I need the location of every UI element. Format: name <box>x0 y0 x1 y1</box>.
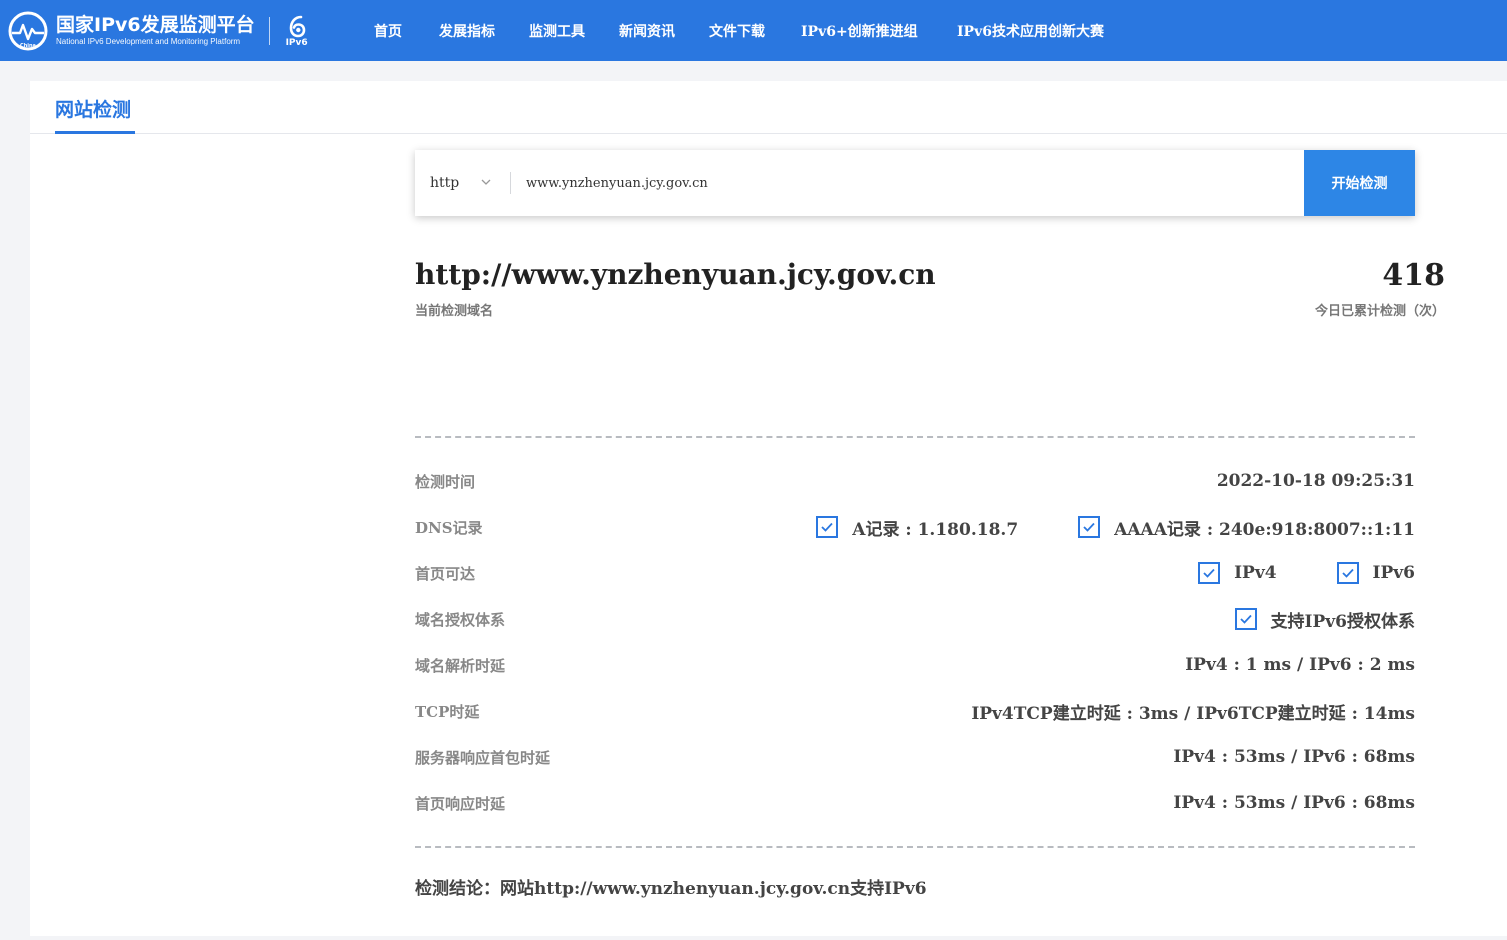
ipv6-reach-text: IPv6 <box>1372 563 1415 583</box>
row-label: 域名解析时延 <box>415 656 506 675</box>
checked-domain-caption: 当前检测域名 <box>415 304 494 319</box>
nav-home[interactable]: 首页 <box>374 21 402 41</box>
logo-title: 国家IPv6发展监测平台 <box>56 14 255 36</box>
row-label: 首页可达 <box>415 564 476 583</box>
a-record-check: A记录 : 1.180.18.7 <box>816 515 1018 540</box>
search-bar: http 开始检测 <box>415 150 1415 216</box>
row-homepage-response: 首页响应时延 IPv4 : 53ms / IPv6 : 68ms <box>415 791 1415 815</box>
row-value: A记录 : 1.180.18.7 AAAA记录 : 240e:918:8007:… <box>816 515 1415 540</box>
ipv4-reach-text: IPv4 <box>1234 563 1277 583</box>
site-logo[interactable]: China 国家IPv6发展监测平台 National IPv6 Develop… <box>8 10 312 52</box>
top-navbar: China 国家IPv6发展监测平台 National IPv6 Develop… <box>0 0 1507 61</box>
today-count: 418 <box>1382 258 1445 293</box>
auth-text: 支持IPv6授权体系 <box>1270 611 1415 632</box>
checkbox-checked-icon <box>1336 562 1359 584</box>
row-value: IPv4 IPv6 <box>1198 562 1415 584</box>
today-count-caption: 今日已累计检测（次） <box>1314 304 1445 319</box>
row-value: IPv4 : 1 ms / IPv6 : 2 ms <box>1185 655 1415 675</box>
row-value: IPv4 : 53ms / IPv6 : 68ms <box>1173 747 1415 767</box>
checkbox-checked-icon <box>1234 608 1257 630</box>
ipv6-mark: IPv6 <box>282 14 312 48</box>
nav-innovation-group[interactable]: IPv6+创新推进组 <box>801 21 918 41</box>
logo-divider <box>268 17 270 45</box>
divider-top <box>415 436 1415 438</box>
chevron-down-icon <box>481 179 491 185</box>
row-server-first-packet: 服务器响应首包时延 IPv4 : 53ms / IPv6 : 68ms <box>415 745 1415 769</box>
url-input[interactable] <box>511 150 1304 216</box>
row-value: IPv4 : 53ms / IPv6 : 68ms <box>1173 793 1415 813</box>
nav-indicators[interactable]: 发展指标 <box>439 21 495 41</box>
row-label: 域名授权体系 <box>415 610 506 629</box>
divider-bottom <box>415 846 1415 848</box>
row-tcp-delay: TCP时延 IPv4TCP建立时延 : 3ms / IPv6TCP建立时延 : … <box>415 699 1415 724</box>
check-conclusion: 检测结论：网站http://www.ynzhenyuan.jcy.gov.cn支… <box>415 879 927 899</box>
checkbox-checked-icon <box>1198 562 1221 584</box>
logo-subtitle: National IPv6 Development and Monitoring… <box>56 37 241 46</box>
tab-bar: 网站检测 <box>30 81 1507 134</box>
row-value: 支持IPv6授权体系 <box>1234 607 1415 632</box>
row-homepage-reach: 首页可达 IPv4 IPv6 <box>415 561 1415 585</box>
row-label: 首页响应时延 <box>415 794 506 813</box>
aaaa-record-text: AAAA记录 : 240e:918:8007::1:11 <box>1114 519 1415 540</box>
checked-domain: http://www.ynzhenyuan.jcy.gov.cn <box>415 258 936 291</box>
ipv6-swirl-icon <box>289 15 305 38</box>
row-domain-auth: 域名授权体系 支持IPv6授权体系 <box>415 607 1415 632</box>
row-label: DNS记录 <box>415 518 483 537</box>
row-label: 服务器响应首包时延 <box>415 748 551 767</box>
auth-check: 支持IPv6授权体系 <box>1234 607 1415 632</box>
tab-website-check[interactable]: 网站检测 <box>55 95 131 122</box>
row-dns: DNS记录 A记录 : 1.180.18.7 AAAA记录 : 240e:918… <box>415 515 1415 540</box>
tab-active-indicator <box>55 131 135 134</box>
row-value: 2022-10-18 09:25:31 <box>1216 471 1415 491</box>
checkbox-checked-icon <box>1078 516 1101 538</box>
start-check-button[interactable]: 开始检测 <box>1304 150 1415 216</box>
logo-badge: China <box>20 43 36 49</box>
globe-logo-icon: China <box>8 11 48 51</box>
ipv6-reach-check: IPv6 <box>1336 562 1415 584</box>
protocol-select[interactable]: http <box>415 150 510 216</box>
row-check-time: 检测时间 2022-10-18 09:25:31 <box>415 469 1415 493</box>
nav-downloads[interactable]: 文件下载 <box>709 21 765 41</box>
row-label: TCP时延 <box>415 702 480 721</box>
nav-news[interactable]: 新闻资讯 <box>619 21 675 41</box>
ipv6-label: IPv6 <box>285 38 308 48</box>
row-value: IPv4TCP建立时延 : 3ms / IPv6TCP建立时延 : 14ms <box>971 703 1415 724</box>
nav-competition[interactable]: IPv6技术应用创新大赛 <box>957 21 1104 41</box>
nav-tools[interactable]: 监测工具 <box>529 21 585 41</box>
aaaa-record-check: AAAA记录 : 240e:918:8007::1:11 <box>1078 515 1415 540</box>
a-record-text: A记录 : 1.180.18.7 <box>852 519 1019 540</box>
ipv4-reach-check: IPv4 <box>1198 562 1277 584</box>
row-dns-delay: 域名解析时延 IPv4 : 1 ms / IPv6 : 2 ms <box>415 653 1415 677</box>
row-label: 检测时间 <box>415 472 476 491</box>
protocol-value: http <box>430 175 460 191</box>
checkbox-checked-icon <box>816 516 839 538</box>
